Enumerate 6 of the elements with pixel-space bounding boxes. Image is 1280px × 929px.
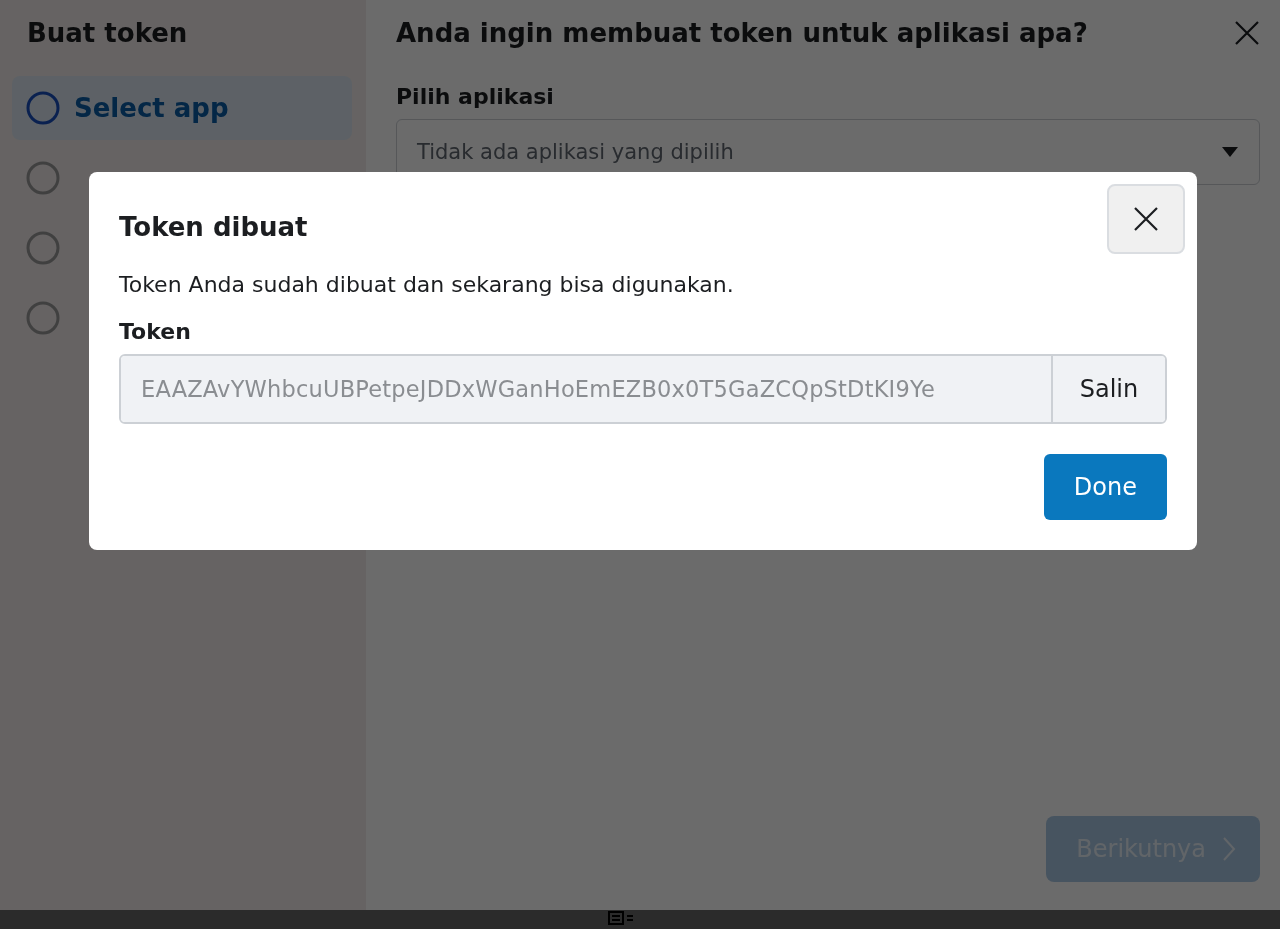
dialog-message: Token Anda sudah dibuat dan sekarang bisa digunakan.	[119, 272, 735, 297]
page-title: Anda ingin membuat token untuk aplikasi apa?	[396, 18, 1088, 48]
dialog-title: Token dibuat	[119, 212, 308, 242]
sidebar-title: Buat token	[27, 18, 189, 48]
field-label: Pilih aplikasi	[396, 84, 555, 109]
field-label: Token	[119, 319, 192, 344]
